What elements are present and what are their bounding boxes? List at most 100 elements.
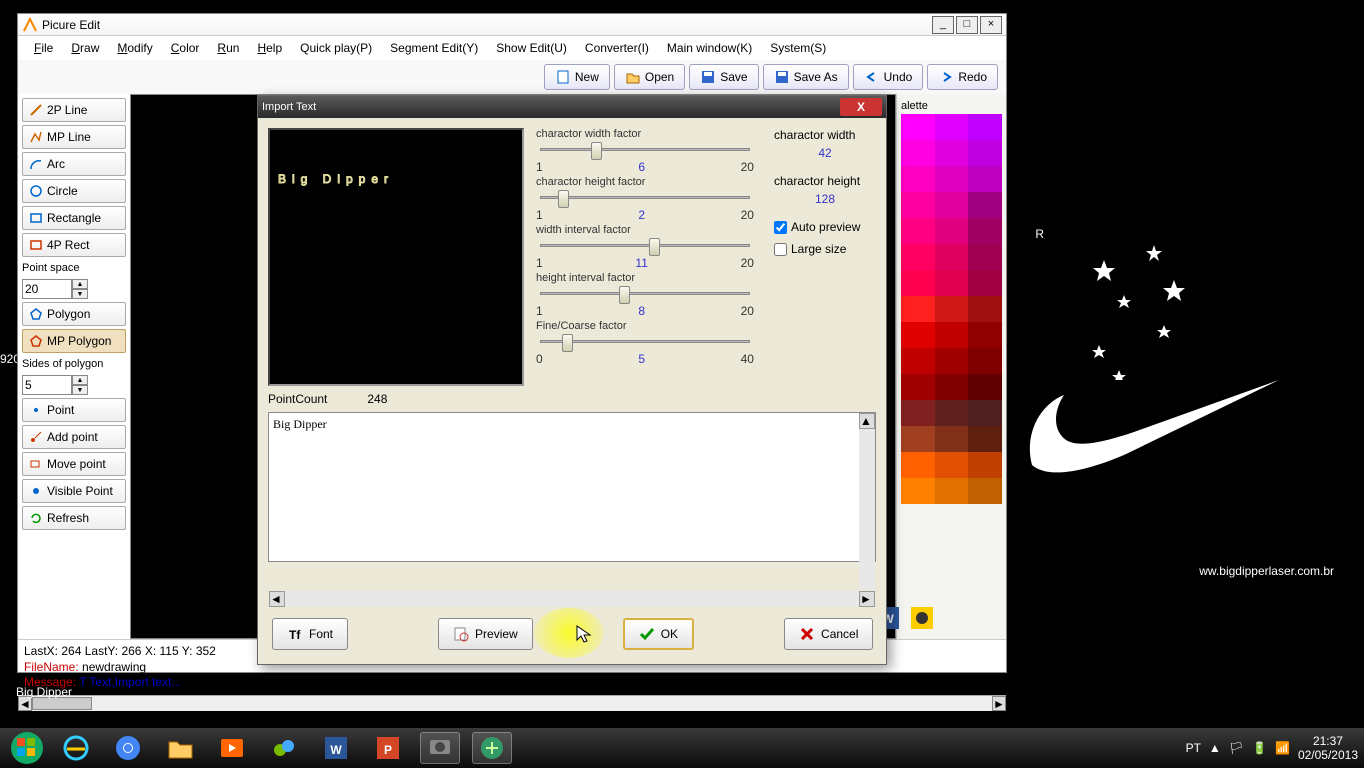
slider-finecoarse[interactable]: 0540 [536, 334, 754, 362]
menu-file[interactable]: File [26, 38, 61, 58]
color-swatch[interactable] [901, 426, 935, 452]
color-swatch[interactable] [901, 218, 935, 244]
color-swatch[interactable] [935, 374, 969, 400]
tool-mp-polygon[interactable]: MP Polygon [22, 329, 126, 353]
tool-rectangle[interactable]: Rectangle [22, 206, 126, 230]
color-swatch[interactable] [968, 426, 1002, 452]
largesize-checkbox[interactable]: Large size [774, 242, 876, 256]
color-swatch[interactable] [935, 348, 969, 374]
tray-flag-icon[interactable]: 🏳 [1229, 741, 1244, 755]
menu-color[interactable]: Color [163, 38, 208, 58]
color-swatch[interactable] [901, 452, 935, 478]
color-swatch[interactable] [968, 192, 1002, 218]
tray-up-icon[interactable]: ▲ [1209, 741, 1221, 755]
color-swatch[interactable] [901, 400, 935, 426]
color-swatch[interactable] [935, 244, 969, 270]
sides-input[interactable] [22, 375, 72, 395]
color-swatch[interactable] [901, 192, 935, 218]
start-button[interactable] [6, 728, 48, 768]
color-swatch[interactable] [968, 322, 1002, 348]
redo-button[interactable]: Redo [927, 64, 998, 90]
undo-button[interactable]: Undo [853, 64, 924, 90]
color-swatch[interactable] [968, 270, 1002, 296]
taskbar-msn[interactable] [264, 732, 304, 764]
menu-main-window[interactable]: Main window(K) [659, 38, 760, 58]
color-swatch[interactable] [935, 478, 969, 504]
taskbar-chrome[interactable] [108, 732, 148, 764]
color-swatch[interactable] [968, 140, 1002, 166]
taskbar-word[interactable]: W [316, 732, 356, 764]
color-swatch[interactable] [968, 218, 1002, 244]
tool-move-point[interactable]: Move point [22, 452, 126, 476]
color-swatch[interactable] [901, 374, 935, 400]
clock[interactable]: 21:37 02/05/2013 [1298, 734, 1358, 763]
menu-show-edit[interactable]: Show Edit(U) [488, 38, 575, 58]
color-swatch[interactable] [901, 140, 935, 166]
menu-run[interactable]: Run [209, 38, 247, 58]
color-swatch[interactable] [901, 322, 935, 348]
pointspace-down[interactable]: ▼ [72, 289, 88, 299]
lang-indicator[interactable]: PT [1186, 741, 1201, 755]
font-button[interactable]: TfFont [272, 618, 348, 650]
color-swatch[interactable] [935, 192, 969, 218]
tool-add-point[interactable]: Add point [22, 425, 126, 449]
close-button[interactable]: × [980, 16, 1002, 34]
menu-converter[interactable]: Converter(I) [577, 38, 657, 58]
taskbar-app2[interactable] [472, 732, 512, 764]
tray-battery-icon[interactable]: 🔋 [1252, 741, 1267, 755]
preview-button[interactable]: Preview [438, 618, 533, 650]
dialog-close-button[interactable]: X [840, 98, 882, 116]
color-swatch[interactable] [935, 452, 969, 478]
color-swatch[interactable] [935, 166, 969, 192]
color-swatch[interactable] [968, 400, 1002, 426]
color-swatch[interactable] [901, 114, 935, 140]
h-scrollbar[interactable]: ◄ ► [18, 695, 1006, 711]
color-swatch[interactable] [935, 218, 969, 244]
color-swatch[interactable] [935, 426, 969, 452]
color-swatch[interactable] [935, 322, 969, 348]
taskbar-powerpoint[interactable]: P [368, 732, 408, 764]
color-swatch[interactable] [901, 296, 935, 322]
tool-4p-rect[interactable]: 4P Rect [22, 233, 126, 257]
tool-2p-line[interactable]: 2P Line [22, 98, 126, 122]
color-swatch[interactable] [901, 348, 935, 374]
tool-mp-line[interactable]: MP Line [22, 125, 126, 149]
taskbar-ie[interactable] [56, 732, 96, 764]
color-swatch[interactable] [968, 296, 1002, 322]
color-swatch[interactable] [901, 244, 935, 270]
color-swatch[interactable] [968, 348, 1002, 374]
color-swatch[interactable] [935, 296, 969, 322]
menu-help[interactable]: Help [249, 38, 290, 58]
textarea-v-scrollbar[interactable]: ▲ [859, 413, 875, 590]
tool-refresh[interactable]: Refresh [22, 506, 126, 530]
slider-heightfactor[interactable]: 1220 [536, 190, 754, 218]
color-swatch[interactable] [968, 114, 1002, 140]
new-button[interactable]: New [544, 64, 610, 90]
color-swatch[interactable] [968, 166, 1002, 192]
ok-button[interactable]: OK [623, 618, 694, 650]
menu-segment-edit[interactable]: Segment Edit(Y) [382, 38, 486, 58]
maximize-button[interactable]: □ [956, 16, 978, 34]
save-button[interactable]: Save [689, 64, 758, 90]
saveas-button[interactable]: Save As [763, 64, 849, 90]
color-swatch[interactable] [968, 244, 1002, 270]
color-swatch[interactable] [901, 166, 935, 192]
menu-quickplay[interactable]: Quick play(P) [292, 38, 380, 58]
cancel-button[interactable]: Cancel [784, 618, 873, 650]
color-swatch[interactable] [968, 452, 1002, 478]
color-swatch[interactable] [968, 374, 1002, 400]
taskbar-explorer[interactable] [160, 732, 200, 764]
color-swatch[interactable] [968, 478, 1002, 504]
pointspace-input[interactable] [22, 279, 72, 299]
tool-polygon[interactable]: Polygon [22, 302, 126, 326]
slider-heightinterval[interactable]: 1820 [536, 286, 754, 314]
open-button[interactable]: Open [614, 64, 685, 90]
color-swatch[interactable] [901, 478, 935, 504]
color-swatch[interactable] [935, 400, 969, 426]
autopreview-checkbox[interactable]: Auto preview [774, 220, 876, 234]
tool-circle[interactable]: Circle [22, 179, 126, 203]
minimize-button[interactable]: _ [932, 16, 954, 34]
pointspace-up[interactable]: ▲ [72, 279, 88, 289]
taskbar-media[interactable] [212, 732, 252, 764]
sides-up[interactable]: ▲ [72, 375, 88, 385]
